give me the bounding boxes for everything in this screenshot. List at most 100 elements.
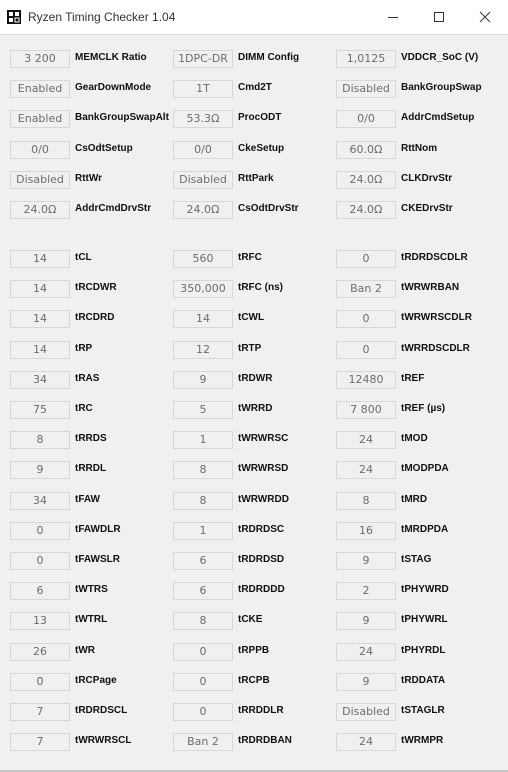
timing-value-field[interactable]: 24 bbox=[336, 643, 396, 661]
timing-label: Cmd2T bbox=[238, 82, 272, 93]
timing-value-field[interactable]: 24.0Ω bbox=[336, 201, 396, 219]
timing-row: 13 tWTRL 8 tCKE 9 tPHYWRL bbox=[0, 612, 508, 632]
timing-value-field[interactable]: 60.0Ω bbox=[336, 141, 396, 159]
minimize-button[interactable] bbox=[370, 0, 416, 34]
timing-label: tRRDS bbox=[75, 433, 107, 444]
timing-value-field[interactable]: 24 bbox=[336, 733, 396, 751]
timing-value-field[interactable]: 9 bbox=[10, 461, 70, 479]
timing-value-field[interactable]: 1,0125 bbox=[336, 50, 396, 68]
timing-value-field[interactable]: 24 bbox=[336, 431, 396, 449]
timing-value-field[interactable]: 12 bbox=[173, 341, 233, 359]
timing-value-field[interactable]: 6 bbox=[10, 582, 70, 600]
timing-value-field[interactable]: 0 bbox=[10, 552, 70, 570]
timing-value-field[interactable]: 6 bbox=[173, 582, 233, 600]
timing-label: tWTRS bbox=[75, 584, 108, 595]
timing-row: 24.0Ω AddrCmdDrvStr 24.0Ω CsOdtDrvStr 24.0Ω C… bbox=[0, 201, 508, 221]
timing-value-field[interactable]: Enabled bbox=[10, 80, 70, 98]
timing-value-field[interactable]: 16 bbox=[336, 522, 396, 540]
timing-value-field[interactable]: 24.0Ω bbox=[10, 201, 70, 219]
timing-value-field[interactable]: 9 bbox=[336, 612, 396, 630]
timing-value-field[interactable]: 0 bbox=[10, 673, 70, 691]
timing-value-field[interactable]: 0 bbox=[173, 643, 233, 661]
timing-row: 0 tFAWDLR 1 tRDRDSC 16 tMRDPDA bbox=[0, 522, 508, 542]
timing-value-field[interactable]: 14 bbox=[173, 310, 233, 328]
timing-label: tFAWDLR bbox=[75, 524, 121, 535]
timing-value-field[interactable]: Ban 2 bbox=[336, 280, 396, 298]
timing-value-field[interactable]: 14 bbox=[10, 341, 70, 359]
timing-value-field[interactable]: 34 bbox=[10, 371, 70, 389]
timing-value-field[interactable]: 9 bbox=[336, 673, 396, 691]
timing-value-field[interactable]: 0/0 bbox=[173, 141, 233, 159]
timing-value-field[interactable]: 7 bbox=[10, 733, 70, 751]
timing-value-field[interactable]: 24 bbox=[336, 461, 396, 479]
timing-value-field[interactable]: 1DPC-DR bbox=[173, 50, 233, 68]
timing-value-field[interactable]: Disabled bbox=[336, 703, 396, 721]
timing-value-field[interactable]: 350,000 bbox=[173, 280, 233, 298]
timing-value-field[interactable]: 9 bbox=[336, 552, 396, 570]
maximize-button[interactable] bbox=[416, 0, 462, 34]
timing-value-field[interactable]: 7 800 bbox=[336, 401, 396, 419]
timing-label: RttPark bbox=[238, 173, 274, 184]
timing-value-field[interactable]: 5 bbox=[173, 401, 233, 419]
timing-value-field[interactable]: 8 bbox=[173, 612, 233, 630]
timing-value-field[interactable]: 0 bbox=[173, 703, 233, 721]
app-grid-icon bbox=[7, 10, 21, 24]
timing-label: CsOdtDrvStr bbox=[238, 203, 299, 214]
close-icon bbox=[479, 11, 491, 23]
timing-value-field[interactable]: 8 bbox=[336, 492, 396, 510]
timing-value-field[interactable]: 14 bbox=[10, 310, 70, 328]
timing-value-field[interactable]: 560 bbox=[173, 250, 233, 268]
timing-value-field[interactable]: 0 bbox=[173, 673, 233, 691]
timing-label: tRCDRD bbox=[75, 312, 115, 323]
timing-label: tPHYRDL bbox=[401, 645, 446, 656]
timing-value-field[interactable]: 1 bbox=[173, 431, 233, 449]
timing-value-field[interactable]: 8 bbox=[10, 431, 70, 449]
timing-value-field[interactable]: 12480 bbox=[336, 371, 396, 389]
timing-label: tMODPDA bbox=[401, 463, 449, 474]
timing-value-field[interactable]: 1T bbox=[173, 80, 233, 98]
timing-value-field[interactable]: 14 bbox=[10, 250, 70, 268]
timing-value-field[interactable]: Enabled bbox=[10, 110, 70, 128]
timing-value-field[interactable]: 13 bbox=[10, 612, 70, 630]
timing-value-field[interactable]: 0/0 bbox=[10, 141, 70, 159]
timing-value-field[interactable]: 0 bbox=[10, 522, 70, 540]
timing-label: tRCDWR bbox=[75, 282, 117, 293]
timing-value-field[interactable]: Disabled bbox=[336, 80, 396, 98]
timing-row: 14 tCL 560 tRFC 0 tRDRDSCDLR bbox=[0, 250, 508, 270]
timing-value-field[interactable]: 53.3Ω bbox=[173, 110, 233, 128]
timing-value-field[interactable]: 24.0Ω bbox=[173, 201, 233, 219]
close-button[interactable] bbox=[462, 0, 508, 34]
title-bar[interactable]: Ryzen Timing Checker 1.04 bbox=[0, 0, 508, 35]
timing-label: tRRDDLR bbox=[238, 705, 284, 716]
timing-value-field[interactable]: 26 bbox=[10, 643, 70, 661]
timing-label: tSTAGLR bbox=[401, 705, 445, 716]
timing-value-field[interactable]: 14 bbox=[10, 280, 70, 298]
timing-value-field[interactable]: 0 bbox=[336, 310, 396, 328]
timing-value-field[interactable]: Disabled bbox=[10, 171, 70, 189]
timing-row: Enabled GearDownMode 1T Cmd2T Disabled BankGr… bbox=[0, 80, 508, 100]
timing-value-field[interactable]: 6 bbox=[173, 552, 233, 570]
timing-label: tRP bbox=[75, 343, 93, 354]
timing-value-field[interactable]: 75 bbox=[10, 401, 70, 419]
timing-value-field[interactable]: Ban 2 bbox=[173, 733, 233, 751]
timing-label: CkeSetup bbox=[238, 143, 285, 154]
timing-value-field[interactable]: 3 200 bbox=[10, 50, 70, 68]
timing-label: CKEDrvStr bbox=[401, 203, 453, 214]
timing-label: tRCPage bbox=[75, 675, 117, 686]
timing-value-field[interactable]: 2 bbox=[336, 582, 396, 600]
timing-value-field[interactable]: 34 bbox=[10, 492, 70, 510]
timing-value-field[interactable]: 9 bbox=[173, 371, 233, 389]
timing-value-field[interactable]: 24.0Ω bbox=[336, 171, 396, 189]
timing-label: tWRWRSD bbox=[238, 463, 289, 474]
timing-value-field[interactable]: 8 bbox=[173, 492, 233, 510]
timing-value-field[interactable]: Disabled bbox=[173, 171, 233, 189]
timing-row: 34 tRAS 9 tRDWR 12480 tREF bbox=[0, 371, 508, 391]
timing-value-field[interactable]: 0 bbox=[336, 250, 396, 268]
timing-value-field[interactable]: 0/0 bbox=[336, 110, 396, 128]
timing-value-field[interactable]: 7 bbox=[10, 703, 70, 721]
timing-row: 3 200 MEMCLK Ratio 1DPC-DR DIMM Config 1,012… bbox=[0, 50, 508, 70]
timing-value-field[interactable]: 8 bbox=[173, 461, 233, 479]
timing-label: tCWL bbox=[238, 312, 265, 323]
timing-value-field[interactable]: 0 bbox=[336, 341, 396, 359]
timing-value-field[interactable]: 1 bbox=[173, 522, 233, 540]
